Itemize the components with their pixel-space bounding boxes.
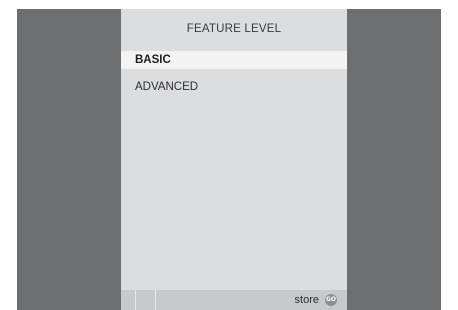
- feature-level-menu-panel: FEATURE LEVEL BASIC ADVANCED store GO: [121, 9, 347, 310]
- footer-segment: [121, 290, 136, 310]
- go-button-icon[interactable]: GO: [325, 294, 337, 306]
- footer-hint-area: store GO: [156, 290, 347, 310]
- menu-list: BASIC ADVANCED: [121, 51, 347, 105]
- footer-segment: [136, 290, 156, 310]
- footer-bar: store GO: [121, 290, 347, 310]
- store-label: store: [294, 294, 319, 306]
- menu-item-basic[interactable]: BASIC: [121, 51, 347, 69]
- menu-title: FEATURE LEVEL: [186, 23, 282, 35]
- menu-item-advanced[interactable]: ADVANCED: [121, 78, 347, 96]
